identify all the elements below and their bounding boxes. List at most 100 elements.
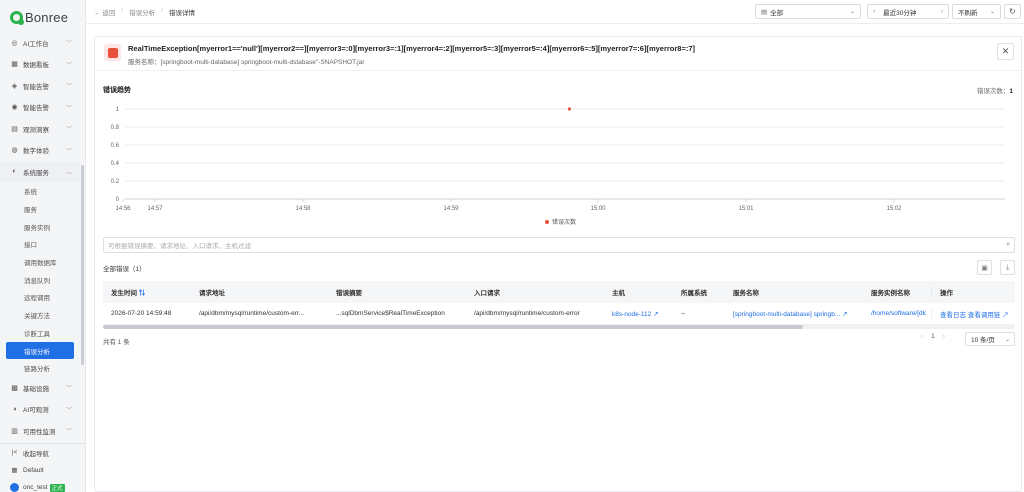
prev-range-icon[interactable]: ‹ <box>873 8 875 15</box>
chevron-down-icon: ⌄ <box>989 9 995 15</box>
cell-entry-value: /api/dbm/mysql/runtime/custom-error <box>474 310 580 317</box>
workspace-label: Default <box>23 466 44 474</box>
sidebar-item[interactable]: ▦ 数据看板 ﹀ <box>0 54 80 76</box>
sidebar-subitem[interactable]: 诊断工具 <box>0 324 80 342</box>
sidebar-item[interactable]: ◉ 智能告警 ﹀ <box>0 97 80 119</box>
time-range-picker[interactable]: ‹ 最近30分钟 › <box>867 4 949 19</box>
user-name: onc_test <box>23 484 48 492</box>
insight-icon: ▤ <box>11 125 18 133</box>
current-page[interactable]: 1 <box>931 333 935 340</box>
download-button[interactable]: ⤓ <box>1000 260 1015 275</box>
search-icon[interactable]: ⌕ <box>1006 241 1010 249</box>
sidebar-subitem[interactable]: 系统 <box>0 183 80 201</box>
breadcrumb: ← 返回 / 错误分析 / 错误详情 <box>94 7 195 17</box>
column-settings-button[interactable]: ▣ <box>977 260 992 275</box>
column-header: 操作 <box>931 287 1015 297</box>
workspace-switch[interactable]: ▦ Default <box>0 462 86 480</box>
table-horizontal-scrollbar[interactable] <box>103 325 1015 329</box>
scope-icon: ▤ <box>761 8 768 16</box>
next-page-icon[interactable]: › <box>943 333 945 340</box>
sidebar-subitem[interactable]: 接口 <box>0 236 80 254</box>
cell-system-value: -- <box>681 310 686 317</box>
sidebar-item[interactable]: ◑ AI可观测 ﹀ <box>0 399 80 421</box>
page-size-select[interactable]: 10 条/页 ⌄ <box>965 332 1015 346</box>
column-header[interactable]: 发生时间 ⇅ <box>103 287 191 297</box>
table-row[interactable]: 2026-07-20 14:59:48/api/dbm/mysql/runtim… <box>103 303 1015 325</box>
refresh-button[interactable]: ↻ <box>1004 4 1021 19</box>
sidebar-subitem[interactable]: 消息队列 <box>0 271 80 289</box>
refresh-interval-select[interactable]: 不刷新 ⌄ <box>952 4 1001 19</box>
sidebar-item[interactable]: ▤ 观测洞察 ﹀ <box>0 118 80 140</box>
prev-page-icon[interactable]: ‹ <box>921 333 923 340</box>
dashboard-icon: ▦ <box>11 61 18 69</box>
column-header: 服务名称 <box>725 287 863 297</box>
x-tick-label: 14:56 <box>115 206 131 212</box>
error-detail-card: RealTimeException[myerror1=='null'][myer… <box>94 36 1022 492</box>
table-settings-icon: ▣ <box>981 264 988 272</box>
sidebar-subitem[interactable]: 错误分析 <box>6 341 74 360</box>
refresh-icon: ↻ <box>1009 7 1016 16</box>
ai-icon: ◎ <box>11 39 18 47</box>
sidebar-item-label: 数据看板 <box>23 62 49 70</box>
ai-observe-icon: ◑ <box>12 405 17 413</box>
collapse-nav-button[interactable]: |< 收起导航 <box>0 444 86 462</box>
column-header-label: 主机 <box>612 290 625 297</box>
cell-time: 2026-07-20 14:59:48 <box>103 310 191 317</box>
sidebar-item[interactable]: ▥ 可用性监测 ﹀ <box>0 420 80 442</box>
x-tick-label: 14:57 <box>147 206 163 212</box>
sidebar-subitem[interactable]: 调用数据库 <box>0 253 80 271</box>
sidebar-subitem[interactable]: 链路分析 <box>0 359 80 377</box>
y-tick-label: 0.2 <box>111 179 120 185</box>
view-log-link[interactable]: 查看日志 <box>940 312 966 319</box>
cell-service[interactable]: [springboot-multi-database] springb... ↗ <box>725 310 863 318</box>
sidebar-item-label: AI可观测 <box>23 407 49 415</box>
chevron-down-icon: ﹀ <box>65 429 72 436</box>
cell-instance[interactable]: /home/software/[dk <box>863 310 931 317</box>
chevron-down-icon: ﹀ <box>65 41 72 48</box>
workspace-icon: ▦ <box>11 467 18 475</box>
y-tick-label: 1 <box>116 107 120 113</box>
sidebar-subitem[interactable]: 服务实例 <box>0 218 80 236</box>
sidebar-subitem[interactable]: 服务 <box>0 200 80 218</box>
scope-select[interactable]: ▤ 全部 ⌄ <box>755 4 861 19</box>
error-list-title: 全部错误（1） <box>103 266 146 273</box>
chevron-down-icon: ⌄ <box>1004 336 1010 343</box>
y-tick-label: 0 <box>116 197 120 203</box>
column-header-label: 错误摘要 <box>336 290 362 297</box>
sidebar-item[interactable]: ◐ 系统服务 ︿ <box>0 161 80 183</box>
sidebar-subitem[interactable]: 远程调用 <box>0 289 80 307</box>
column-header-label: 入口请求 <box>474 290 500 297</box>
breadcrumb-separator: / <box>121 7 124 14</box>
view-trace-link[interactable]: 查看调用链 <box>968 312 1001 319</box>
error-header: RealTimeException[myerror1=='null'][myer… <box>95 37 1021 71</box>
logo-text: Bonree <box>25 9 69 25</box>
chevron-down-icon: ⌄ <box>849 9 855 15</box>
sidebar-item[interactable]: ◎ AI工作台 ﹀ <box>0 32 80 54</box>
sidebar-subitem[interactable]: 关键方法 <box>0 306 80 324</box>
cell-host[interactable]: k8s-node-112 ↗ <box>604 310 673 318</box>
monitor-icon: ◉ <box>11 104 18 112</box>
sidebar-scrollbar[interactable] <box>81 165 84 365</box>
breadcrumb-error-analysis[interactable]: 错误分析 <box>129 7 155 17</box>
sidebar: Bonree ◎ AI工作台 ﹀ ▦ 数据看板 ﹀ ◈ 智能告警 ﹀ ◉ 智能告警 ﹀ ▤ 观测洞察 ﹀ ◍ 数… <box>0 0 86 492</box>
column-header-label: 请求地址 <box>199 290 225 297</box>
alert-icon: ◈ <box>11 82 18 90</box>
external-link-icon: ↗ <box>651 310 659 318</box>
sidebar-item-label: 基础设施 <box>23 385 49 393</box>
cell-time-value: 2026-07-20 14:59:48 <box>111 310 172 317</box>
error-table: 发生时间 ⇅ 请求地址 错误摘要 入口请求 主机 所属系统 服务名称 服务实例名称 操作 202… <box>103 281 1015 325</box>
bonree-logo[interactable]: Bonree <box>10 9 68 25</box>
close-button[interactable]: ✕ <box>997 43 1014 60</box>
filter-search-input[interactable]: 可根据错误摘要、请求地址、入口请求、主机过滤 ⌕ <box>103 237 1015 253</box>
next-range-icon[interactable]: › <box>941 9 943 15</box>
y-tick-label: 0.6 <box>111 143 120 149</box>
sidebar-item[interactable]: ◈ 智能告警 ﹀ <box>0 75 80 97</box>
user-menu[interactable]: onc_test 正式 <box>0 479 86 492</box>
close-icon: ✕ <box>1001 46 1010 56</box>
back-link[interactable]: ← 返回 <box>94 7 115 17</box>
sort-icon[interactable]: ⇅ <box>137 290 146 297</box>
column-header: 错误摘要 <box>328 287 466 297</box>
sidebar-item[interactable]: ◍ 数字体验 ﹀ <box>0 140 80 162</box>
sidebar-item[interactable]: ▩ 基础设施 ﹀ <box>0 377 80 399</box>
legend-label: 错误次数 <box>552 218 576 226</box>
